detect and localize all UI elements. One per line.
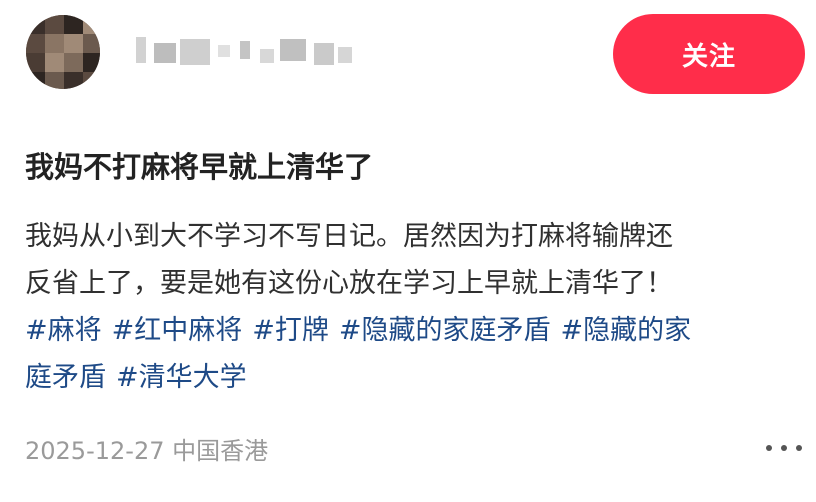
avatar-pixel xyxy=(83,53,100,72)
tag-hidden-family-conflict[interactable]: #隐藏的家庭矛盾 xyxy=(339,315,551,346)
avatar-pixel xyxy=(26,53,45,72)
tag-list: #麻将 #红中麻将 #打牌 #隐藏的家庭矛盾 #隐藏的家 xyxy=(25,307,797,354)
avatar-pixel xyxy=(26,34,45,53)
post-title: 我妈不打麻将早就上清华了 xyxy=(25,150,374,184)
dot xyxy=(796,445,802,451)
avatar-pixel xyxy=(83,34,100,53)
avatar-pixel xyxy=(45,53,64,72)
avatar-pixel xyxy=(45,15,64,34)
avatar-pixel xyxy=(83,15,100,34)
avatar-pixel xyxy=(45,34,64,53)
avatar-pixel xyxy=(64,15,83,34)
username-blurred[interactable] xyxy=(128,33,358,73)
avatar-pixel xyxy=(64,53,83,72)
avatar-pixel xyxy=(83,72,100,89)
tag-hidden-family-conflict-2-cont[interactable]: 庭矛盾 xyxy=(25,362,106,393)
dot xyxy=(766,445,772,451)
more-dots-icon[interactable] xyxy=(766,441,802,455)
avatar-pixel xyxy=(64,34,83,53)
post-header: 关注 xyxy=(0,0,816,110)
tag-list: 庭矛盾 #清华大学 xyxy=(25,354,797,401)
follow-button[interactable]: 关注 xyxy=(613,14,805,94)
avatar-pixel xyxy=(64,72,83,89)
avatar[interactable] xyxy=(26,15,100,89)
body-line: 反省上了，要是她有这份心放在学习上早就上清华了！ xyxy=(25,268,673,299)
tag-tsinghua[interactable]: #清华大学 xyxy=(116,362,247,393)
tag-hongzhong-majiang[interactable]: #红中麻将 xyxy=(112,315,243,346)
tag-majiang[interactable]: #麻将 xyxy=(25,315,102,346)
avatar-pixel xyxy=(45,72,64,89)
tag-hidden-family-conflict-2[interactable]: #隐藏的家 xyxy=(561,315,692,346)
body-line: 我妈从小到大不学习不写日记。居然因为打麻将输牌还 xyxy=(25,221,673,252)
post-date-location: 2025-12-27 中国香港 xyxy=(25,437,269,465)
dot xyxy=(781,445,787,451)
tag-dapai[interactable]: #打牌 xyxy=(252,315,329,346)
post-body: 我妈从小到大不学习不写日记。居然因为打麻将输牌还 反省上了，要是她有这份心放在学… xyxy=(25,213,797,401)
avatar-pixel xyxy=(26,72,45,89)
avatar-pixel xyxy=(26,15,45,34)
